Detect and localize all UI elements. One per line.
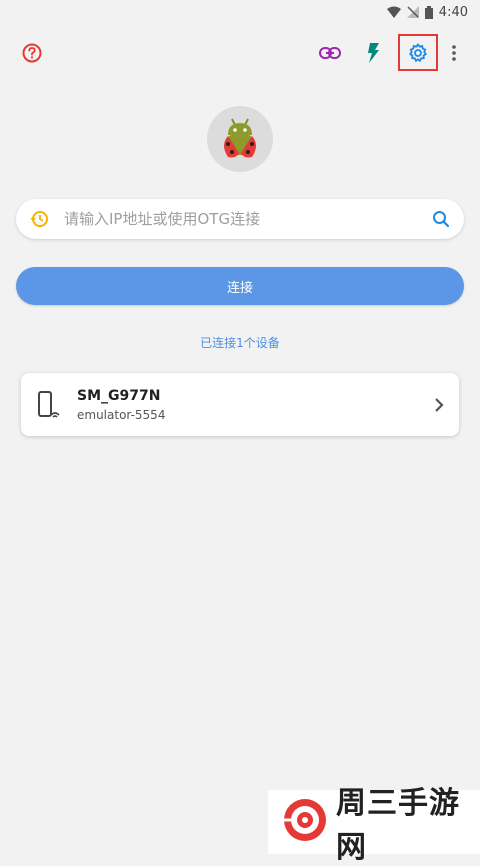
more-icon[interactable] xyxy=(436,35,472,71)
battery-icon xyxy=(424,5,433,19)
search-input[interactable] xyxy=(62,209,418,229)
no-signal-icon xyxy=(406,6,419,18)
wifi-icon xyxy=(386,6,401,18)
link-icon[interactable] xyxy=(312,35,348,71)
device-item[interactable]: SM_G977N emulator-5554 xyxy=(21,373,459,436)
search-bar xyxy=(16,199,464,239)
help-icon[interactable] xyxy=(14,35,50,71)
watermark-text: 周三手游网 xyxy=(336,786,460,865)
connect-button[interactable]: 连接 xyxy=(16,267,464,305)
watermark-logo-icon xyxy=(282,797,328,847)
history-icon[interactable] xyxy=(16,209,62,229)
status-bar: 4:40 xyxy=(0,0,480,24)
device-name: SM_G977N xyxy=(77,387,161,404)
highlight-box xyxy=(398,34,438,71)
phone-wifi-icon xyxy=(21,390,77,419)
search-icon[interactable] xyxy=(418,210,464,228)
flash-icon[interactable] xyxy=(355,35,391,71)
device-serial: emulator-5554 xyxy=(77,407,166,422)
status-time: 4:40 xyxy=(438,4,468,20)
watermark: 周三手游网 xyxy=(268,786,480,865)
app-logo xyxy=(207,106,273,172)
connected-status: 已连接1个设备 xyxy=(200,336,280,350)
chevron-right-icon xyxy=(419,397,459,413)
